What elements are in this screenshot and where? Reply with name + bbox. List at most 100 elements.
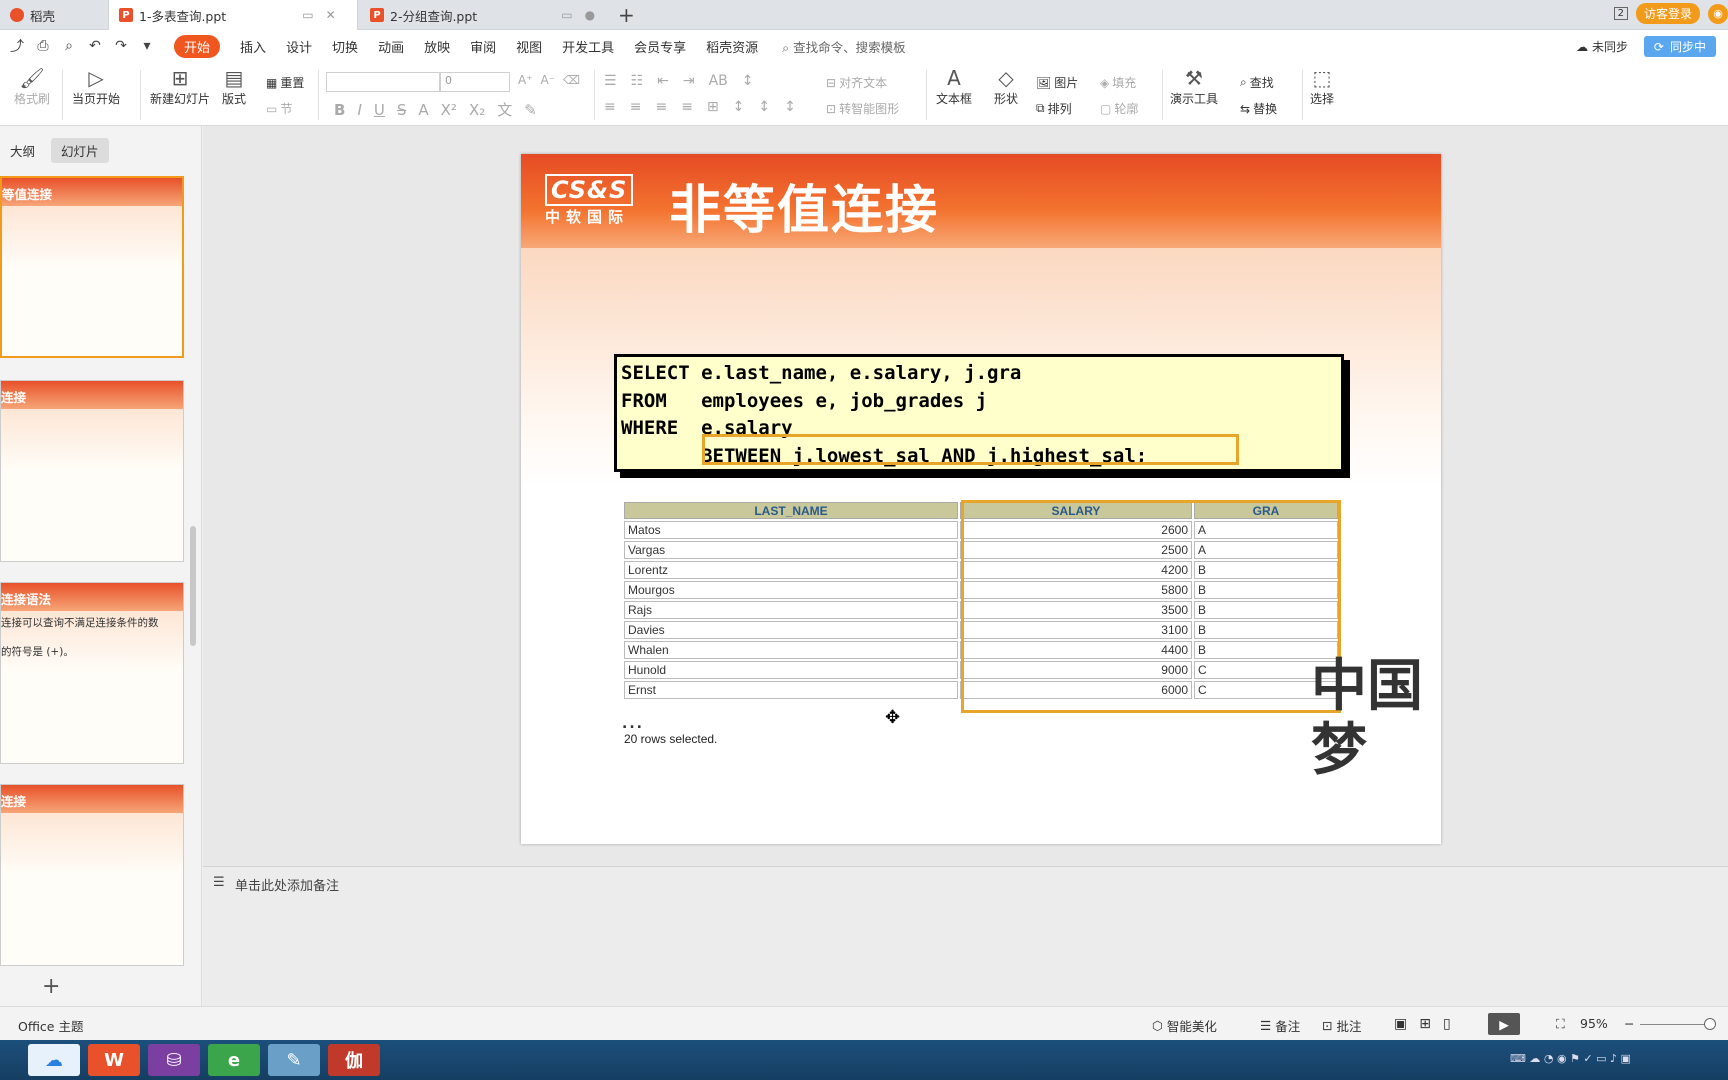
slide[interactable]: CS&S 中软国际 非等值连接 SELECT e.last_name, e.sa… bbox=[521, 154, 1441, 844]
smart-beautify-button[interactable]: ⬡ 智能美化 bbox=[1152, 1016, 1217, 1035]
increase-indent-icon[interactable]: ⇥ bbox=[683, 73, 695, 89]
reading-view-icon[interactable]: ▯ bbox=[1443, 1016, 1451, 1032]
menu-review[interactable]: 审阅 bbox=[470, 37, 496, 56]
fill-button[interactable]: ◈ 填充 bbox=[1100, 74, 1136, 91]
command-search[interactable]: ⌕ 查找命令、搜索模板 bbox=[782, 37, 906, 56]
para-spacing-icon[interactable]: ↕ bbox=[758, 99, 770, 115]
print-icon[interactable]: ⎙ bbox=[34, 38, 52, 54]
layout-button[interactable]: ▤ 版式 bbox=[222, 66, 246, 107]
more-icon[interactable]: ▾ bbox=[138, 38, 156, 54]
tab-1-multi-table-query[interactable]: P 1-多表查询.ppt ▭ ✕ bbox=[108, 0, 358, 30]
numbered-list-icon[interactable]: ☷ bbox=[631, 73, 644, 89]
underline-icon[interactable]: U bbox=[374, 101, 385, 119]
notes-placeholder[interactable]: 单击此处添加备注 bbox=[235, 875, 339, 894]
add-slide-button[interactable]: + bbox=[42, 974, 60, 999]
align-text-button[interactable]: ⊟ 对齐文本 bbox=[826, 74, 887, 91]
menu-slideshow[interactable]: 放映 bbox=[424, 37, 450, 56]
tab-window-icon[interactable]: ▭ bbox=[302, 8, 313, 22]
italic-icon[interactable]: I bbox=[357, 101, 361, 119]
arrange-button[interactable]: ⧉ 排列 bbox=[1036, 100, 1072, 117]
menu-home[interactable]: 开始 bbox=[174, 34, 221, 58]
shape-button[interactable]: ◇ 形状 bbox=[994, 66, 1018, 107]
picture-button[interactable]: 🖼 图片 bbox=[1036, 74, 1078, 91]
baidu-netdisk-icon[interactable]: ☁ bbox=[28, 1044, 80, 1076]
redo-icon[interactable]: ↷ bbox=[112, 38, 130, 54]
slide-title[interactable]: 非等值连接 bbox=[669, 168, 939, 243]
text-direction-icon[interactable]: AB bbox=[709, 73, 728, 89]
find-button[interactable]: ⌕ 查找 bbox=[1240, 74, 1274, 91]
align-center-icon[interactable]: ≡ bbox=[630, 99, 642, 115]
slide-thumbnail[interactable]: 连接 bbox=[0, 784, 184, 966]
line-spacing-icon[interactable]: ↕ bbox=[733, 99, 745, 115]
strikethrough-icon[interactable]: S bbox=[397, 101, 407, 119]
sort-icon[interactable]: ↕ bbox=[742, 73, 754, 89]
select-button[interactable]: ⬚ 选择 bbox=[1310, 66, 1334, 107]
bullet-list-icon[interactable]: ☰ bbox=[604, 73, 617, 89]
undo-icon[interactable]: ↶ bbox=[86, 38, 104, 54]
subscript-icon[interactable]: X₂ bbox=[469, 101, 485, 119]
zoom-out-icon[interactable]: − bbox=[1624, 1016, 1634, 1031]
menu-insert[interactable]: 插入 bbox=[240, 37, 266, 56]
dot-icon[interactable]: ● bbox=[585, 8, 595, 22]
zoom-slider-handle[interactable] bbox=[1704, 1018, 1716, 1030]
notes-toggle[interactable]: ☰ 备注 bbox=[1260, 1016, 1300, 1035]
grow-font-icon[interactable]: A⁺ bbox=[518, 73, 533, 87]
sync-badge[interactable]: ⟳ 同步中 bbox=[1643, 36, 1716, 57]
menu-developer[interactable]: 开发工具 bbox=[562, 37, 614, 56]
menu-transitions[interactable]: 切换 bbox=[332, 37, 358, 56]
phonetic-icon[interactable]: 文 bbox=[497, 99, 512, 120]
menu-design[interactable]: 设计 bbox=[286, 37, 312, 56]
section-button[interactable]: ▭ 节 bbox=[266, 100, 292, 117]
reset-button[interactable]: ▦ 重置 bbox=[266, 74, 304, 91]
justify-icon[interactable]: ≡ bbox=[681, 99, 693, 115]
clear-format-icon[interactable]: ⌫ bbox=[563, 73, 580, 87]
wps-icon[interactable]: W bbox=[88, 1044, 140, 1076]
notepad-icon[interactable]: ✎ bbox=[268, 1044, 320, 1076]
database-icon[interactable]: ⛁ bbox=[148, 1044, 200, 1076]
font-size-select[interactable]: 0 bbox=[440, 72, 510, 92]
slide-thumbnail[interactable]: 连接语法 连接可以查询不满足连接条件的数 的符号是 (+)。 bbox=[0, 582, 184, 764]
shrink-font-icon[interactable]: A⁻ bbox=[541, 73, 556, 87]
cloud-sync-status[interactable]: ☁ 未同步 bbox=[1576, 38, 1628, 55]
bold-icon[interactable]: B bbox=[334, 101, 345, 119]
align-left-icon[interactable]: ≡ bbox=[604, 99, 616, 115]
slide-thumbnail[interactable]: 等值连接 bbox=[0, 176, 184, 358]
menu-member[interactable]: 会员专享 bbox=[634, 37, 686, 56]
distribute-icon[interactable]: ⊞ bbox=[707, 99, 719, 115]
slide-thumbnail[interactable]: 连接 bbox=[0, 380, 184, 562]
new-tab-button[interactable]: + bbox=[618, 3, 635, 27]
notes-pane[interactable]: ☰ 单击此处添加备注 bbox=[203, 866, 1728, 1006]
panel-scrollbar[interactable] bbox=[190, 526, 196, 646]
format-painter-button[interactable]: 🖌 格式刷 bbox=[14, 66, 50, 107]
tab-window-icon[interactable]: ▭ bbox=[561, 8, 572, 22]
normal-view-icon[interactable]: ▣ bbox=[1394, 1016, 1407, 1032]
print-preview-icon[interactable]: ⌕ bbox=[60, 38, 78, 54]
align-right-icon[interactable]: ≡ bbox=[655, 99, 667, 115]
close-icon[interactable]: ✕ bbox=[326, 8, 336, 22]
zoom-slider[interactable] bbox=[1640, 1024, 1712, 1025]
zoom-level[interactable]: 95% bbox=[1580, 1016, 1608, 1031]
superscript-icon[interactable]: X² bbox=[441, 101, 457, 119]
decrease-indent-icon[interactable]: ⇤ bbox=[657, 73, 669, 89]
menu-animations[interactable]: 动画 bbox=[378, 37, 404, 56]
visitor-login-button[interactable]: 访客登录 bbox=[1635, 3, 1700, 24]
tab-home[interactable]: 稻壳 bbox=[0, 0, 108, 30]
highlight-icon[interactable]: ✎ bbox=[524, 101, 537, 119]
window-count-badge[interactable]: 2 bbox=[1613, 7, 1628, 20]
smart-art-button[interactable]: ⊡ 转智能图形 bbox=[826, 100, 899, 117]
tab-outline[interactable]: 大纲 bbox=[0, 138, 45, 163]
replace-button[interactable]: ⇆ 替换 bbox=[1240, 100, 1277, 117]
tray-icons[interactable]: ⌨ ☁ ◔ ◉ ⚑ ✓ ▭ ♪ ▣ bbox=[1510, 1052, 1631, 1065]
line-spacing-more-icon[interactable]: ↕ bbox=[784, 99, 796, 115]
browser-icon[interactable]: e bbox=[208, 1044, 260, 1076]
open-icon[interactable]: ⤴ bbox=[8, 36, 26, 56]
new-slide-button[interactable]: ⊞ 新建幻灯片 bbox=[150, 66, 210, 107]
avatar-icon[interactable]: ◉ bbox=[1708, 3, 1728, 24]
comments-toggle[interactable]: ⊡ 批注 bbox=[1322, 1016, 1362, 1035]
tab-2-group-query[interactable]: P 2-分组查询.ppt ▭ ● bbox=[360, 0, 610, 30]
outline-button[interactable]: ▢ 轮廓 bbox=[1100, 100, 1138, 117]
tab-slides[interactable]: 幻灯片 bbox=[51, 138, 109, 163]
font-name-select[interactable] bbox=[326, 72, 440, 92]
play-from-current-button[interactable]: ▷ 当页开始 bbox=[72, 66, 120, 107]
fit-icon[interactable]: ⛶ bbox=[1556, 1016, 1565, 1032]
